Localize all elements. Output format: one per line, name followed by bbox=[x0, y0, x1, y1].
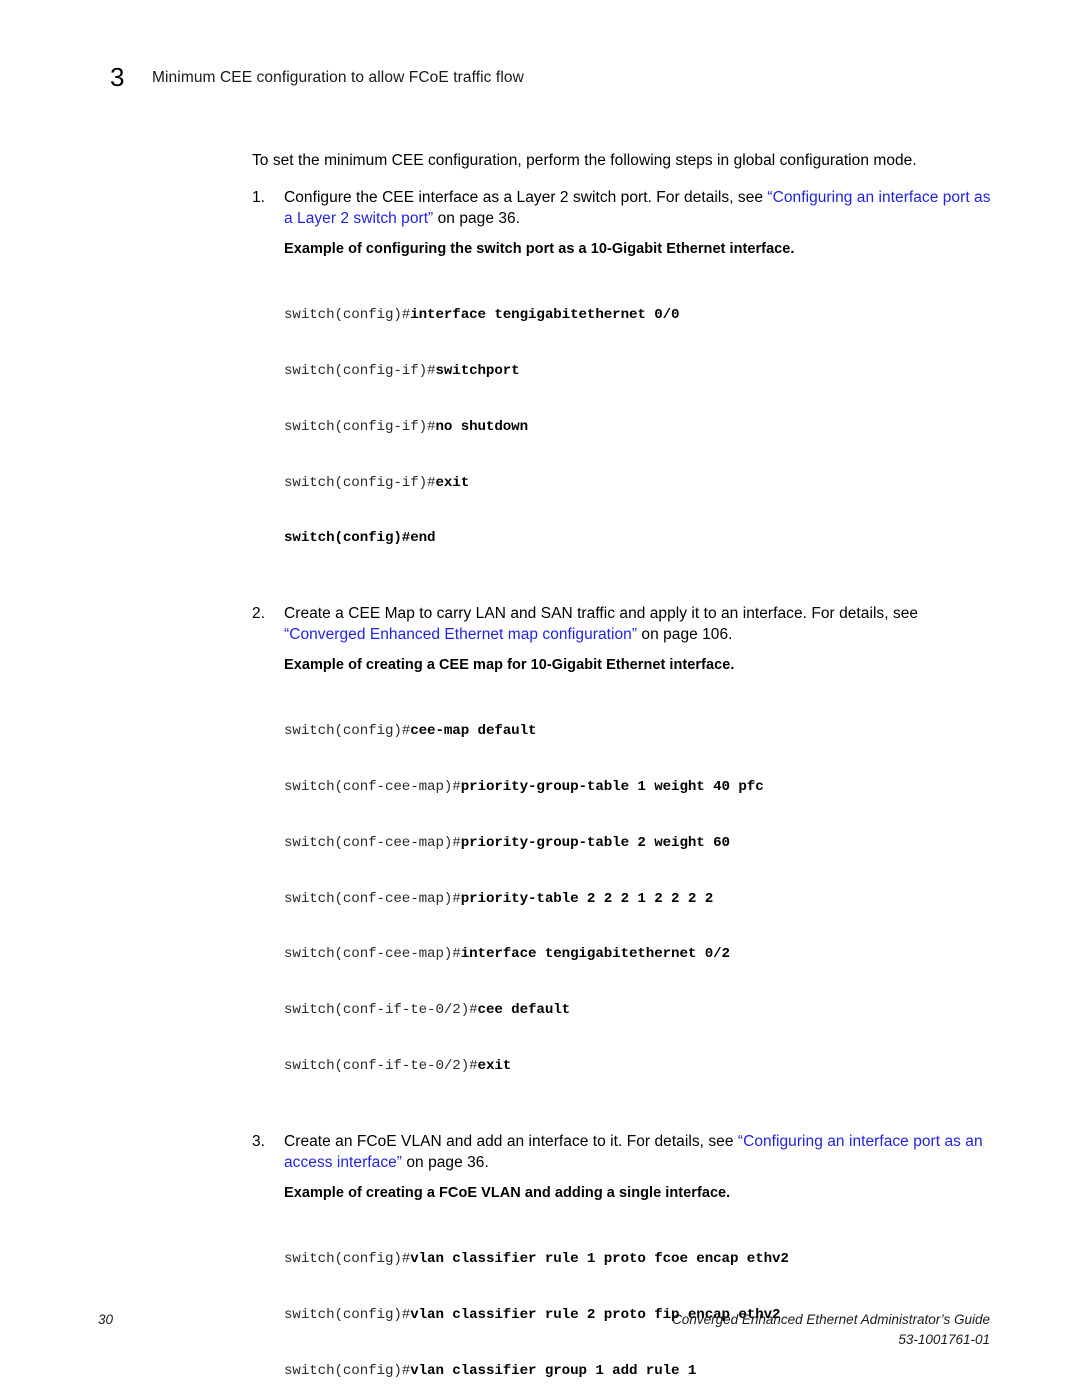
code-command: priority-table 2 2 2 1 2 2 2 2 bbox=[460, 890, 714, 907]
code-command: end bbox=[410, 530, 436, 547]
code-prompt: switch(config-if)# bbox=[284, 418, 436, 435]
step-item: 3. Create an FCoE VLAN and add an interf… bbox=[252, 1131, 992, 1173]
step-number: 3. bbox=[252, 1132, 266, 1150]
code-command: cee default bbox=[477, 1002, 571, 1019]
code-command: priority-group-table 1 weight 40 pfc bbox=[460, 779, 764, 796]
code-line: switch(config)#cee-map default bbox=[284, 722, 992, 741]
footer-document-number: 53-1001761-01 bbox=[898, 1332, 990, 1347]
code-prompt: switch(conf-cee-map)# bbox=[284, 779, 461, 796]
code-line: switch(config-if)#exit bbox=[284, 474, 992, 493]
code-line: switch(conf-cee-map)#priority-group-tabl… bbox=[284, 834, 992, 853]
code-prompt: switch(config)# bbox=[284, 530, 411, 547]
code-prompt: switch(conf-if-te-0/2)# bbox=[284, 1057, 478, 1074]
code-line: switch(config)#end bbox=[284, 529, 992, 548]
example-heading: Example of creating a FCoE VLAN and addi… bbox=[252, 1183, 992, 1203]
code-prompt: switch(config-if)# bbox=[284, 474, 436, 491]
chapter-number: 3 bbox=[110, 62, 125, 92]
code-line: switch(config-if)#no shutdown bbox=[284, 418, 992, 437]
code-command: exit bbox=[435, 474, 470, 491]
running-header: 3 Minimum CEE configuration to allow FCo… bbox=[0, 62, 1080, 102]
footer-guide-title: Converged Enhanced Ethernet Administrato… bbox=[672, 1312, 990, 1327]
step-number: 1. bbox=[252, 189, 266, 206]
step-text-before-link: Create an FCoE VLAN and add an interface… bbox=[284, 1132, 738, 1150]
code-command: interface tengigabitethernet 0/2 bbox=[460, 946, 730, 963]
example-heading: Example of configuring the switch port a… bbox=[252, 239, 992, 259]
step-item: 1. Configure the CEE interface as a Laye… bbox=[252, 187, 992, 229]
code-command: switchport bbox=[435, 362, 520, 379]
code-command: interface tengigabitethernet 0/0 bbox=[410, 307, 680, 324]
code-command: no shutdown bbox=[435, 418, 529, 435]
code-line: switch(conf-cee-map)#priority-table 2 2 … bbox=[284, 890, 992, 909]
example-heading-text: Example of configuring the switch port a… bbox=[284, 241, 795, 257]
code-block: switch(config)#cee-map default switch(co… bbox=[252, 685, 992, 1113]
code-prompt: switch(conf-cee-map)# bbox=[284, 946, 461, 963]
step-text-after-link: on page 36. bbox=[433, 210, 521, 227]
running-header-title: Minimum CEE configuration to allow FCoE … bbox=[152, 69, 524, 86]
code-line: switch(config-if)#switchport bbox=[284, 362, 992, 381]
code-prompt: switch(conf-cee-map)# bbox=[284, 890, 461, 907]
step-number: 2. bbox=[252, 605, 266, 623]
code-line: switch(config)#vlan classifier rule 1 pr… bbox=[284, 1250, 992, 1269]
code-prompt: switch(config)# bbox=[284, 723, 411, 740]
code-prompt: switch(config)# bbox=[284, 307, 411, 324]
main-content: To set the minimum CEE configuration, pe… bbox=[252, 150, 992, 1397]
step-text-after-link: on page 106. bbox=[637, 626, 733, 644]
example-heading-text: Example of creating a FCoE VLAN and addi… bbox=[284, 1184, 731, 1201]
code-block: switch(config)#interface tengigabitether… bbox=[252, 269, 992, 585]
code-line: switch(conf-if-te-0/2)#cee default bbox=[284, 1001, 992, 1020]
cross-reference-link[interactable]: “Converged Enhanced Ethernet map configu… bbox=[284, 626, 637, 643]
code-prompt: switch(config-if)# bbox=[284, 362, 436, 379]
step-text-before-link: Configure the CEE interface as a Layer 2… bbox=[284, 189, 768, 206]
step-item: 2. Create a CEE Map to carry LAN and SAN… bbox=[252, 603, 992, 645]
code-line: switch(conf-cee-map)#interface tengigabi… bbox=[284, 945, 992, 964]
code-line: switch(conf-cee-map)#priority-group-tabl… bbox=[284, 778, 992, 797]
code-line: switch(config)#interface tengigabitether… bbox=[284, 306, 992, 325]
step-text-after-link: on page 36. bbox=[402, 1153, 489, 1171]
page-footer: 30 Converged Enhanced Ethernet Administr… bbox=[0, 1306, 1080, 1366]
example-heading-text: Example of creating a CEE map for 10-Gig… bbox=[284, 657, 735, 674]
code-command: vlan classifier rule 1 proto fcoe encap … bbox=[410, 1250, 789, 1267]
code-prompt: switch(conf-if-te-0/2)# bbox=[284, 1002, 478, 1019]
code-command: cee-map default bbox=[410, 723, 537, 740]
document-page: 3 Minimum CEE configuration to allow FCo… bbox=[0, 0, 1080, 1397]
code-prompt: switch(config)# bbox=[284, 1250, 411, 1267]
code-prompt: switch(conf-cee-map)# bbox=[284, 834, 461, 851]
footer-page-number: 30 bbox=[98, 1312, 114, 1327]
code-command: exit bbox=[477, 1057, 512, 1074]
step-text-before-link: Create a CEE Map to carry LAN and SAN tr… bbox=[284, 605, 919, 623]
code-block: switch(config)#vlan classifier rule 1 pr… bbox=[252, 1213, 992, 1397]
intro-paragraph: To set the minimum CEE configuration, pe… bbox=[252, 152, 917, 169]
example-heading: Example of creating a CEE map for 10-Gig… bbox=[252, 655, 992, 675]
code-line: switch(conf-if-te-0/2)#exit bbox=[284, 1057, 992, 1076]
code-command: priority-group-table 2 weight 60 bbox=[460, 834, 730, 851]
